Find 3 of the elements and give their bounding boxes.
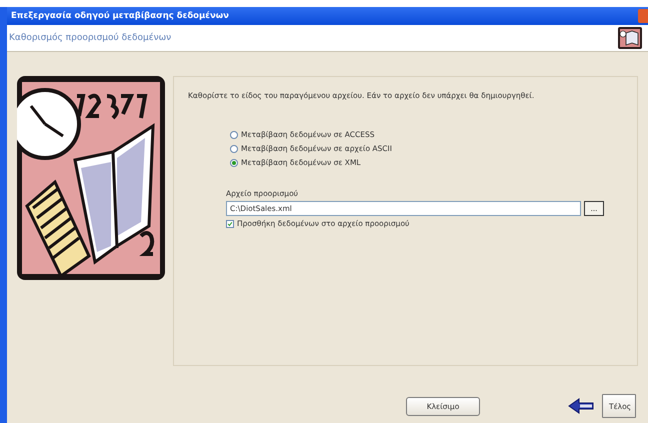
window-title: Επεξεργασία οδηγού μεταβίβασης δεδομένων (11, 11, 229, 21)
page-title: Καθορισμός προορισμού δεδομένων (9, 33, 172, 43)
back-arrow-icon[interactable] (568, 398, 594, 414)
